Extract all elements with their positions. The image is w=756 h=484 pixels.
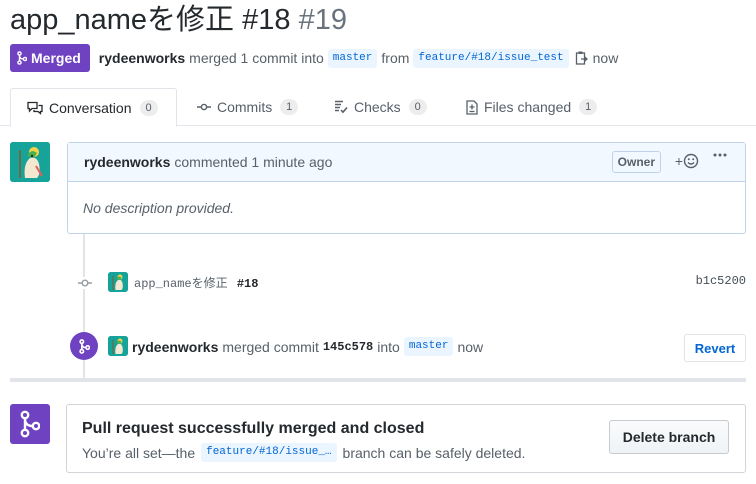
- owner-label: Owner: [611, 151, 661, 173]
- pr-title: app_nameを修正 #18 #19: [10, 2, 347, 38]
- checklist-icon: [335, 100, 348, 114]
- merge-desc-pre: You’re all set—the: [82, 444, 196, 461]
- base-branch[interactable]: master: [327, 48, 378, 68]
- tab-counter: 1: [280, 99, 299, 115]
- pr-number: #19: [298, 4, 347, 36]
- merge-author-link[interactable]: rydeenworks: [132, 339, 218, 355]
- merge-status-description: You’re all set—the feature/#18/issue_… b…: [82, 443, 525, 462]
- reaction-plus: +: [674, 153, 683, 169]
- pr-summary-text: merged 1 commit into: [189, 50, 324, 66]
- comment-header: rydeenworks commented 1 minute ago Owner…: [68, 143, 745, 182]
- delete-branch-button[interactable]: Delete branch: [609, 420, 729, 454]
- clippy-icon[interactable]: [575, 50, 589, 66]
- merge-status-title: Pull request successfully merged and clo…: [82, 420, 425, 437]
- state-label: Merged: [31, 50, 81, 66]
- pr-time: now: [592, 50, 619, 66]
- tab-commits[interactable]: Commits 1: [181, 88, 314, 126]
- tab-checks[interactable]: Checks 0: [318, 88, 443, 126]
- comment-discussion-icon: [27, 101, 43, 115]
- merge-commit-sha[interactable]: 145c578: [323, 340, 373, 354]
- tab-conversation[interactable]: Conversation 0: [10, 88, 177, 127]
- merge-event-text: rydeenworks merged commit 145c578 into m…: [132, 337, 483, 356]
- tab-counter: 0: [139, 99, 158, 116]
- git-commit-icon: [78, 276, 92, 294]
- git-merge-icon: [17, 51, 27, 65]
- commit-avatar[interactable]: [108, 272, 128, 292]
- merge-target-branch[interactable]: master: [403, 337, 454, 356]
- add-reaction-button[interactable]: +: [675, 153, 699, 169]
- revert-button[interactable]: Revert: [684, 334, 746, 362]
- comment-box: rydeenworks commented 1 minute ago Owner…: [67, 142, 746, 234]
- tab-label: Conversation: [49, 99, 132, 116]
- merge-status-box: Pull request successfully merged and clo…: [66, 404, 746, 473]
- commit-sha-link[interactable]: b1c5200: [696, 274, 746, 288]
- smiley-icon: [683, 153, 699, 169]
- merge-time[interactable]: now: [457, 339, 483, 355]
- commit-issue-link[interactable]: #18: [237, 277, 259, 291]
- avatar-image: [10, 142, 50, 182]
- commit-message: app_nameを修正: [134, 277, 228, 291]
- merge-desc-post: branch can be safely deleted.: [342, 444, 526, 461]
- tab-label: Files changed: [484, 99, 572, 115]
- tab-counter: 1: [579, 99, 598, 115]
- merge-action: merged commit: [222, 338, 319, 355]
- commit-message-link[interactable]: app_nameを修正 #18: [134, 274, 258, 291]
- head-branch[interactable]: feature/#18/issue_test: [413, 48, 569, 68]
- state-badge: Merged: [10, 44, 90, 72]
- pr-meta: Merged rydeenworks merged 1 commit into …: [10, 44, 618, 72]
- tab-counter: 0: [408, 99, 427, 115]
- tab-label: Commits: [217, 99, 273, 115]
- merge-avatar[interactable]: [108, 336, 128, 356]
- git-merge-icon: [20, 410, 40, 438]
- pr-summary-from: from: [381, 50, 410, 66]
- pr-title-text: app_nameを修正: [10, 4, 235, 36]
- merge-into: into: [377, 338, 400, 355]
- git-merge-icon: [78, 338, 90, 354]
- comment-author-link[interactable]: rydeenworks: [84, 154, 170, 170]
- tab-label: Checks: [354, 99, 401, 115]
- pr-author-link[interactable]: rydeenworks: [99, 50, 185, 66]
- merge-event-badge: [70, 332, 98, 360]
- tab-files-changed[interactable]: Files changed 1: [450, 88, 613, 126]
- merged-status-icon: [10, 404, 50, 444]
- pr-title-issue-ref: #18: [242, 4, 291, 36]
- kebab-horizontal-icon[interactable]: [713, 153, 727, 157]
- comment-body: No description provided.: [83, 200, 234, 216]
- comment-timestamp[interactable]: commented 1 minute ago: [174, 154, 332, 170]
- timeline-divider: [10, 378, 746, 382]
- git-commit-icon: [197, 103, 211, 111]
- file-diff-icon: [466, 99, 478, 115]
- avatar[interactable]: [10, 142, 50, 182]
- merged-branch-name[interactable]: feature/#18/issue_…: [201, 443, 337, 462]
- pr-tabs: Conversation 0 Commits 1 Checks 0 Files …: [0, 88, 756, 127]
